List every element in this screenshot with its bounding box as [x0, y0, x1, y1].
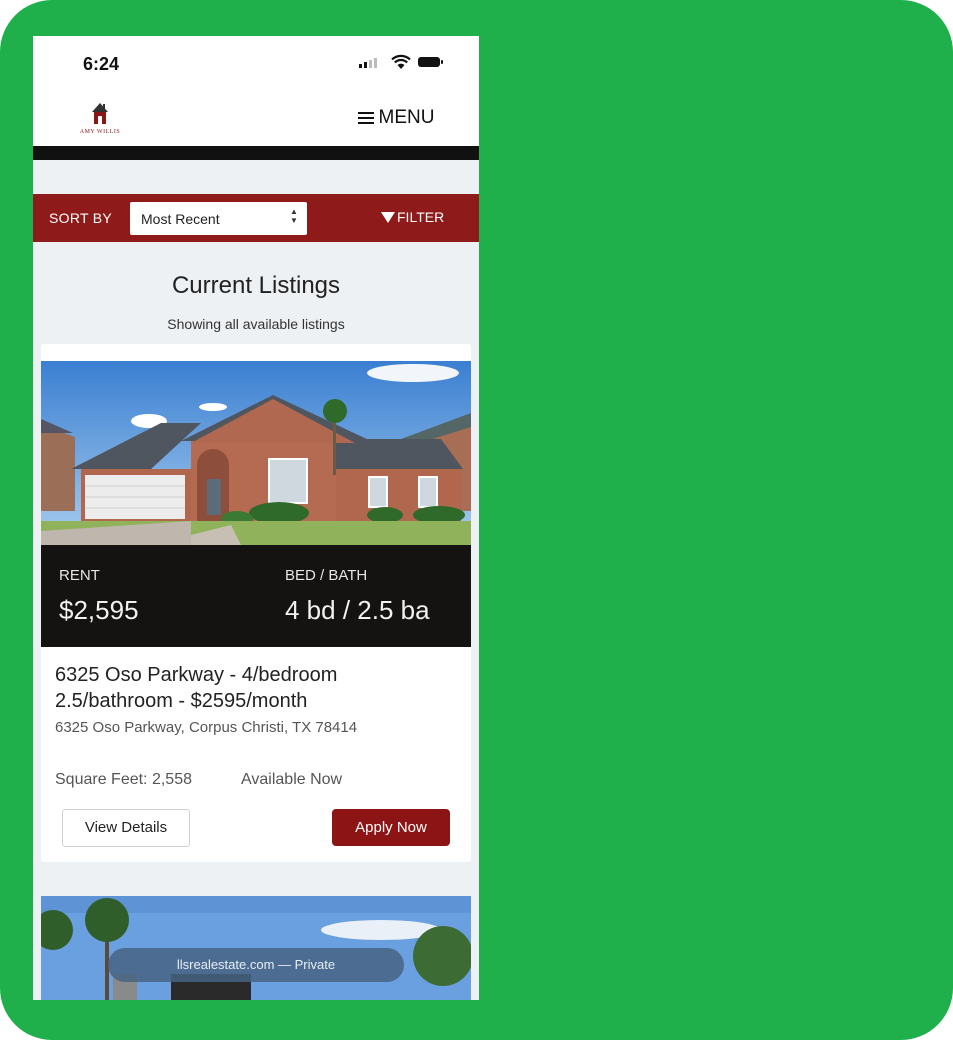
rent-value: $2,595 [59, 595, 139, 625]
green-frame: 6:24 AMY WILLIS MENU SORT BY Most Recent… [0, 0, 953, 1040]
page-title: Current Listings [171, 272, 341, 299]
sort-select-value: Most Recent [141, 211, 220, 227]
browser-url-bar[interactable]: llsrealestate.com — Private [108, 948, 404, 982]
phone-screen: 6:24 AMY WILLIS MENU SORT BY Most Recent… [33, 36, 479, 1000]
logo-house-icon [92, 103, 108, 124]
sort-select[interactable]: Most Recent ▲ ▼ [130, 202, 307, 235]
status-time: 6:24 [83, 54, 120, 74]
sort-bar: SORT BY Most Recent ▲ ▼ FILTER [33, 194, 479, 242]
page-subtitle: Showing all available listings [167, 316, 345, 332]
listing-card: RENT $2,595 BED / BATH 4 bd / 2.5 ba 632… [41, 344, 471, 862]
menu-button[interactable]: MENU [343, 101, 449, 135]
rent-label: RENT [59, 567, 100, 584]
battery-icon [418, 57, 443, 67]
view-details-button[interactable]: View Details [62, 809, 190, 847]
menu-label: MENU [378, 107, 435, 128]
listing-title[interactable]: 6325 Oso Parkway - 4/bedroom 2.5/bathroo… [55, 662, 455, 714]
hamburger-icon [357, 112, 374, 124]
listing-address: 6325 Oso Parkway, Corpus Christi, TX 784… [55, 719, 358, 736]
bed-bath-value: 4 bd / 2.5 ba [285, 595, 430, 625]
filter-icon [381, 211, 395, 223]
filter-label: FILTER [397, 209, 445, 225]
house-image [41, 361, 471, 545]
sort-label: SORT BY [49, 210, 113, 226]
site-header: AMY WILLIS MENU [33, 91, 479, 146]
bed-bath-label: BED / BATH [285, 567, 368, 584]
wifi-icon [391, 54, 411, 69]
header-divider [33, 146, 479, 160]
listing-photo[interactable]: RENT $2,595 BED / BATH 4 bd / 2.5 ba [41, 361, 471, 647]
signal-icon [359, 58, 377, 68]
apply-now-button[interactable]: Apply Now [332, 809, 450, 846]
filter-button[interactable]: FILTER [381, 209, 444, 225]
listing-sqft: Square Feet: 2,558 [55, 771, 192, 788]
status-bar: 6:24 [33, 36, 479, 91]
select-arrows-icon: ▲ ▼ [290, 207, 298, 225]
logo-text: AMY WILLIS [79, 129, 121, 135]
price-band: RENT $2,595 BED / BATH 4 bd / 2.5 ba [41, 545, 471, 647]
site-logo[interactable]: AMY WILLIS [69, 97, 131, 137]
listing-availability: Available Now [241, 771, 343, 788]
